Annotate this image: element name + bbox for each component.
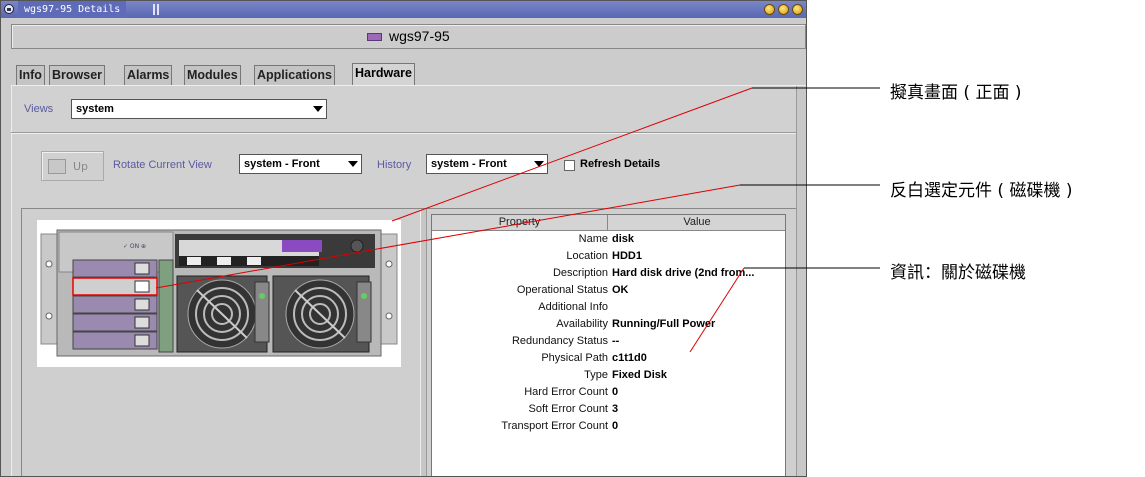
callout-front-view: 擬真畫面 ( 正面 ) (890, 83, 1022, 103)
callout-lines (155, 87, 880, 353)
callout-info: 資訊：關於磁碟機 (890, 263, 1026, 283)
callout-line-front-view (391, 87, 753, 222)
callout-line-info (689, 267, 745, 353)
callout-highlight: 反白選定元件 ( 磁碟機 ) (890, 181, 1073, 201)
